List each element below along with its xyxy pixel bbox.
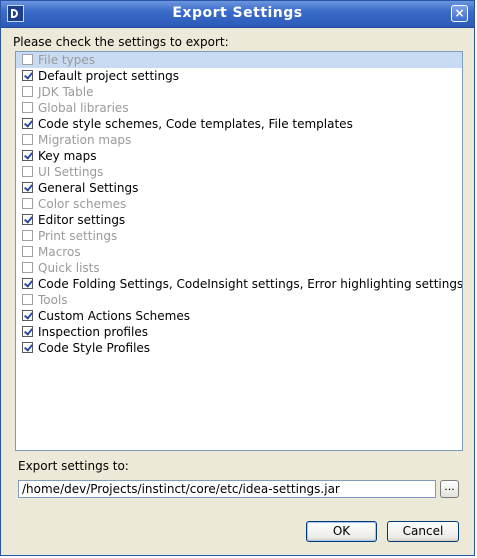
setting-label: General Settings [38, 181, 139, 195]
setting-checkbox[interactable] [22, 54, 33, 65]
settings-list-item[interactable]: File types [16, 52, 462, 68]
setting-label: Color schemes [38, 197, 127, 211]
setting-checkbox[interactable] [22, 262, 33, 273]
settings-list[interactable]: File types Default project settings JDK Ta… [15, 51, 463, 451]
cancel-button[interactable]: Cancel [387, 521, 459, 542]
setting-label: Key maps [38, 149, 97, 163]
setting-checkbox[interactable] [22, 102, 33, 113]
setting-label: Code style schemes, Code templates, File… [38, 117, 353, 131]
setting-checkbox[interactable] [22, 230, 33, 241]
setting-checkbox[interactable] [22, 134, 33, 145]
settings-list-item[interactable]: Inspection profiles [16, 324, 462, 340]
settings-list-item[interactable]: Code Folding Settings, CodeInsight setti… [16, 276, 462, 292]
export-path-field[interactable] [18, 480, 436, 498]
setting-checkbox[interactable] [22, 166, 33, 177]
settings-list-item[interactable]: Macros [16, 244, 462, 260]
settings-list-item[interactable]: Print settings [16, 228, 462, 244]
setting-label: File types [38, 53, 95, 67]
setting-label: Macros [38, 245, 81, 259]
settings-list-item[interactable]: JDK Table [16, 84, 462, 100]
export-path-label: Export settings to: [18, 459, 129, 473]
setting-label: Print settings [38, 229, 118, 243]
setting-label: Default project settings [38, 69, 179, 83]
setting-label: Migration maps [38, 133, 132, 147]
setting-label: JDK Table [38, 85, 94, 99]
setting-checkbox[interactable] [22, 70, 33, 81]
settings-list-item[interactable]: Tools [16, 292, 462, 308]
setting-label: Global libraries [38, 101, 129, 115]
settings-list-item[interactable]: Migration maps [16, 132, 462, 148]
settings-list-item[interactable]: Editor settings [16, 212, 462, 228]
settings-list-item[interactable]: Code style schemes, Code templates, File… [16, 116, 462, 132]
setting-label: UI Settings [38, 165, 104, 179]
export-settings-dialog: Export Settings × Please check the setti… [0, 0, 475, 556]
setting-label: Code Style Profiles [38, 341, 151, 355]
settings-list-item[interactable]: Quick lists [16, 260, 462, 276]
close-button[interactable]: × [451, 5, 468, 22]
ok-button[interactable]: OK [306, 521, 377, 542]
settings-list-item[interactable]: Default project settings [16, 68, 462, 84]
settings-list-item[interactable]: Key maps [16, 148, 462, 164]
setting-checkbox[interactable] [22, 342, 33, 353]
browse-button[interactable]: ... [440, 480, 459, 498]
setting-checkbox[interactable] [22, 278, 33, 289]
settings-list-item[interactable]: UI Settings [16, 164, 462, 180]
settings-list-item[interactable]: Code Style Profiles [16, 340, 462, 356]
setting-label: Quick lists [38, 261, 100, 275]
settings-list-item[interactable]: Custom Actions Schemes [16, 308, 462, 324]
setting-checkbox[interactable] [22, 86, 33, 97]
setting-label: Tools [38, 293, 68, 307]
settings-prompt: Please check the settings to export: [13, 35, 229, 49]
setting-label: Inspection profiles [38, 325, 148, 339]
setting-checkbox[interactable] [22, 326, 33, 337]
setting-checkbox[interactable] [22, 246, 33, 257]
setting-checkbox[interactable] [22, 198, 33, 209]
settings-list-item[interactable]: Color schemes [16, 196, 462, 212]
setting-label: Code Folding Settings, CodeInsight setti… [38, 277, 463, 291]
setting-checkbox[interactable] [22, 310, 33, 321]
setting-checkbox[interactable] [22, 294, 33, 305]
setting-checkbox[interactable] [22, 150, 33, 161]
setting-label: Editor settings [38, 213, 126, 227]
settings-list-item[interactable]: Global libraries [16, 100, 462, 116]
title-bar[interactable]: Export Settings × [1, 1, 474, 28]
setting-label: Custom Actions Schemes [38, 309, 190, 323]
dialog-title: Export Settings [172, 5, 303, 21]
setting-checkbox[interactable] [22, 214, 33, 225]
setting-checkbox[interactable] [22, 182, 33, 193]
setting-checkbox[interactable] [22, 118, 33, 129]
settings-list-item[interactable]: General Settings [16, 180, 462, 196]
